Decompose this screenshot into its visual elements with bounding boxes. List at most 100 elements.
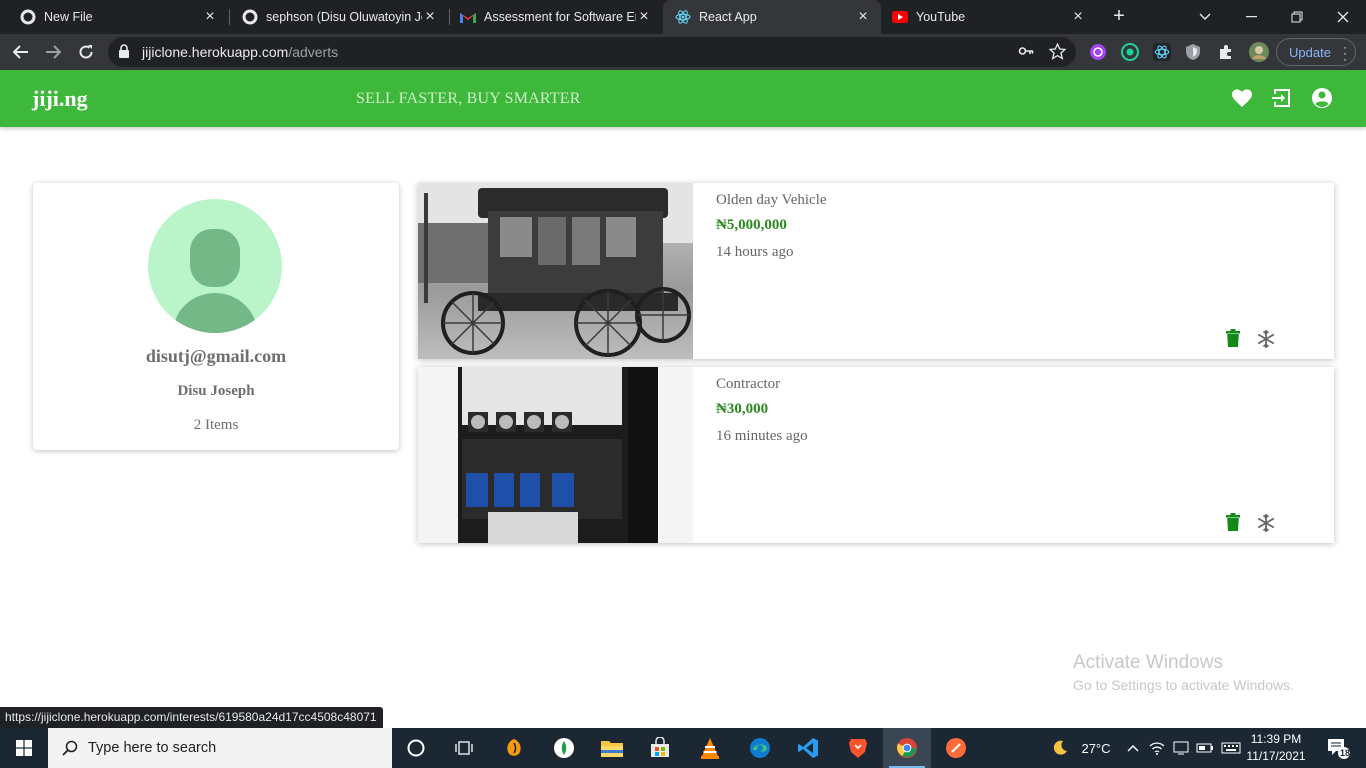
battery-icon[interactable] (1194, 728, 1216, 768)
logout-icon[interactable] (1270, 86, 1294, 110)
restore-button[interactable] (1274, 0, 1320, 34)
close-icon[interactable]: × (636, 8, 652, 26)
youtube-icon (892, 9, 908, 25)
weather-temperature[interactable]: 27°C (1076, 728, 1116, 768)
github-icon (242, 9, 258, 25)
back-arrow-icon[interactable] (8, 39, 34, 65)
chevron-up-icon[interactable] (1122, 728, 1144, 768)
update-button[interactable]: Update · · · (1276, 38, 1356, 66)
more-menu-icon[interactable]: · · · (1343, 41, 1347, 65)
search-icon (62, 740, 78, 756)
vlc-icon[interactable] (686, 728, 734, 768)
extension-icon[interactable] (1121, 43, 1139, 61)
browser-toolbar: jijiclone.herokuapp.com/adverts Update ·… (0, 34, 1366, 70)
notification-count-badge: 18 (1340, 748, 1351, 758)
notification-center-icon[interactable]: 18 (1318, 728, 1358, 768)
network-icon[interactable] (1170, 728, 1192, 768)
advert-time: 14 hours ago (716, 244, 794, 260)
profile-card: disutj@gmail.com Disu Joseph 2 Items (33, 183, 399, 450)
windows-start-icon[interactable] (0, 728, 48, 768)
advert-title[interactable]: Contractor (716, 376, 780, 393)
trash-icon[interactable] (1226, 329, 1240, 347)
advert-image-vintage-car[interactable] (418, 183, 693, 359)
profile-name: Disu Joseph (177, 383, 255, 399)
gmail-icon (460, 9, 476, 25)
extension-icon[interactable] (1089, 43, 1107, 61)
snowflake-icon[interactable] (1256, 513, 1276, 533)
browser-tab-strip: New File × sephson (Disu Oluwatoyin Jo ×… (0, 0, 1366, 34)
task-view-icon[interactable] (440, 728, 488, 768)
advert-card[interactable]: Contractor ₦30,000 16 minutes ago (418, 367, 1334, 543)
account-circle-icon[interactable] (1310, 86, 1334, 110)
tab-youtube[interactable]: YouTube × (880, 0, 1096, 34)
cortana-icon[interactable] (392, 728, 440, 768)
clock-date: 11/17/2021 (1246, 749, 1306, 763)
forward-arrow-icon[interactable] (40, 39, 66, 65)
profile-email: disutj@gmail.com (145, 346, 287, 366)
site-tagline: SELL FASTER, BUY SMARTER (356, 90, 581, 107)
tab-title: React App (699, 10, 757, 24)
windows-taskbar: Type here to search 27°C 11:39 PM 11/17/… (0, 728, 1366, 768)
advert-card[interactable]: Olden day Vehicle ₦5,000,000 14 hours ag… (418, 183, 1334, 359)
url-text[interactable]: jijiclone.herokuapp.com/adverts (142, 44, 338, 60)
taskbar-search-box[interactable]: Type here to search (48, 728, 392, 768)
avatar (148, 199, 282, 333)
key-icon[interactable] (1018, 43, 1034, 64)
close-icon[interactable]: × (202, 8, 218, 26)
close-icon[interactable]: × (855, 8, 871, 26)
vscode-icon[interactable] (784, 728, 832, 768)
tab-title: New File (44, 10, 93, 24)
close-icon[interactable]: × (422, 8, 438, 26)
app-icon[interactable] (540, 728, 588, 768)
status-bar-url: https://jijiclone.herokuapp.com/interest… (0, 707, 383, 728)
reload-icon[interactable] (73, 39, 99, 65)
advert-price: ₦30,000 (716, 401, 769, 417)
new-tab-button[interactable]: + (1108, 5, 1130, 27)
tab-assessment[interactable]: Assessment for Software Eng × (448, 0, 662, 34)
bookmark-star-icon[interactable] (1048, 42, 1067, 65)
taskbar-search-placeholder: Type here to search (88, 740, 217, 756)
advert-image-contactor[interactable] (418, 367, 693, 543)
trash-icon[interactable] (1226, 513, 1240, 531)
taskbar-clock[interactable]: 11:39 PM 11/17/2021 (1240, 731, 1312, 765)
tab-search-icon[interactable] (1182, 0, 1228, 34)
activation-watermark-subtitle: Go to Settings to activate Windows. (1073, 677, 1294, 693)
advert-time: 16 minutes ago (716, 428, 808, 444)
advert-price: ₦5,000,000 (716, 217, 787, 233)
file-explorer-icon[interactable] (588, 728, 636, 768)
postman-icon[interactable] (932, 728, 980, 768)
heart-icon[interactable] (1230, 86, 1254, 110)
lock-icon[interactable] (118, 44, 130, 63)
react-icon (675, 9, 691, 25)
react-devtools-icon[interactable] (1153, 43, 1171, 61)
shield-icon[interactable] (1184, 43, 1202, 61)
url-host: jijiclone.herokuapp.com (142, 44, 289, 60)
close-window-button[interactable] (1320, 0, 1366, 34)
tab-title: YouTube (916, 10, 966, 24)
snowflake-icon[interactable] (1256, 329, 1276, 349)
tab-title: sephson (Disu Oluwatoyin Jo (266, 10, 422, 24)
minimize-button[interactable] (1228, 0, 1274, 34)
clock-time: 11:39 PM (1250, 732, 1302, 746)
close-icon[interactable]: × (1070, 8, 1086, 26)
microsoft-store-icon[interactable] (636, 728, 684, 768)
fl-studio-icon[interactable] (490, 728, 538, 768)
profile-avatar-icon[interactable] (1248, 41, 1270, 63)
wifi-icon[interactable] (1146, 728, 1168, 768)
site-logo[interactable]: jiji.ng (32, 86, 88, 112)
profile-items-count: 2 Items (193, 417, 239, 433)
edge-icon[interactable] (736, 728, 784, 768)
github-icon (20, 9, 36, 25)
advert-title[interactable]: Olden day Vehicle (716, 192, 827, 209)
puzzle-extensions-icon[interactable] (1217, 43, 1235, 61)
url-path: /adverts (288, 44, 339, 60)
chrome-icon[interactable] (883, 728, 931, 768)
user-silhouette-icon (173, 229, 257, 333)
brave-icon[interactable] (834, 728, 882, 768)
moon-weather-icon[interactable] (1046, 728, 1074, 768)
site-header: jiji.ng SELL FASTER, BUY SMARTER (0, 70, 1366, 127)
tab-react-app[interactable]: React App × (663, 0, 881, 34)
tab-new-file[interactable]: New File × (8, 0, 228, 34)
tab-sephson[interactable]: sephson (Disu Oluwatoyin Jo × (230, 0, 448, 34)
address-bar[interactable]: jijiclone.herokuapp.com/adverts (108, 37, 1076, 67)
